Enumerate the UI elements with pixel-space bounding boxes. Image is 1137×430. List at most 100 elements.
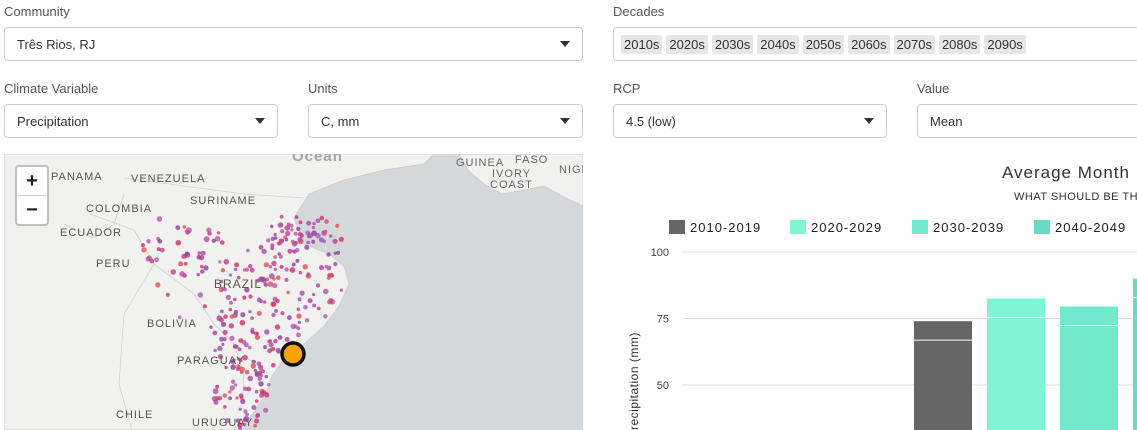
community-dot[interactable] <box>315 283 321 288</box>
community-dot[interactable] <box>266 238 271 243</box>
community-dot[interactable] <box>323 288 329 295</box>
community-dot[interactable] <box>276 275 281 280</box>
community-dot[interactable] <box>315 218 321 224</box>
community-dot[interactable] <box>228 396 233 401</box>
zoom-out-button[interactable]: − <box>17 195 47 224</box>
community-dot[interactable] <box>213 399 219 405</box>
community-dot[interactable] <box>145 256 151 262</box>
community-dot[interactable] <box>220 268 226 273</box>
community-dot[interactable] <box>220 321 227 327</box>
community-dot[interactable] <box>335 223 340 228</box>
community-dot[interactable] <box>232 344 238 349</box>
community-dot[interactable] <box>183 261 188 266</box>
community-dot[interactable] <box>260 390 267 396</box>
community-dot[interactable] <box>319 265 324 271</box>
community-dot[interactable] <box>170 269 176 275</box>
community-dot[interactable] <box>217 345 223 352</box>
community-dot[interactable] <box>248 345 252 350</box>
community-dot[interactable] <box>159 247 165 253</box>
community-dot[interactable] <box>291 262 296 267</box>
community-dot[interactable] <box>258 381 264 387</box>
bar[interactable] <box>987 298 1045 430</box>
community-dot[interactable] <box>296 226 301 231</box>
community-dot[interactable] <box>274 324 281 330</box>
community-dot[interactable] <box>287 315 292 321</box>
community-dot[interactable] <box>273 232 277 237</box>
community-dot[interactable] <box>249 267 255 273</box>
community-dot[interactable] <box>318 237 324 243</box>
community-dot[interactable] <box>312 221 316 226</box>
community-dot[interactable] <box>298 271 303 275</box>
community-dot[interactable] <box>222 329 228 335</box>
community-dot[interactable] <box>258 364 264 370</box>
community-dot[interactable] <box>297 237 303 243</box>
decade-chip[interactable]: 2080s <box>938 34 981 54</box>
community-dot[interactable] <box>223 314 228 319</box>
community-dot[interactable] <box>234 383 238 387</box>
community-dot[interactable] <box>212 388 219 395</box>
community-dot[interactable] <box>275 299 280 304</box>
community-dot[interactable] <box>248 294 253 299</box>
community-dot[interactable] <box>250 330 255 334</box>
community-dot[interactable] <box>229 385 235 391</box>
community-dot[interactable] <box>233 267 238 272</box>
community-dot[interactable] <box>175 240 182 246</box>
community-dot[interactable] <box>291 249 296 253</box>
community-dot[interactable] <box>307 298 313 304</box>
community-dot[interactable] <box>206 227 212 233</box>
bar[interactable] <box>914 321 972 430</box>
community-dot[interactable] <box>304 318 310 323</box>
community-dot[interactable] <box>225 294 231 300</box>
community-select[interactable]: Três Rios, RJ <box>4 27 583 61</box>
community-dot[interactable] <box>306 272 310 276</box>
community-dot[interactable] <box>140 243 145 248</box>
community-dot[interactable] <box>296 332 301 338</box>
community-dot[interactable] <box>256 310 262 316</box>
decade-chip[interactable]: 2010s <box>621 34 663 54</box>
community-dot[interactable] <box>296 326 301 331</box>
community-dot[interactable] <box>254 389 259 394</box>
community-dot[interactable] <box>257 376 262 381</box>
community-dot[interactable] <box>264 329 270 335</box>
community-dot[interactable] <box>228 323 234 329</box>
community-dot[interactable] <box>280 311 285 316</box>
community-dot[interactable] <box>264 374 268 379</box>
community-dot[interactable] <box>245 387 249 391</box>
community-dot[interactable] <box>338 236 344 242</box>
map-canvas[interactable] <box>4 154 583 430</box>
community-dot[interactable] <box>298 220 303 225</box>
community-dot[interactable] <box>196 254 202 260</box>
legend-swatch[interactable] <box>1034 220 1050 234</box>
community-dot[interactable] <box>212 330 218 336</box>
community-dot[interactable] <box>256 297 262 303</box>
community-dot[interactable] <box>230 379 236 384</box>
community-dot[interactable] <box>296 313 302 319</box>
community-dot[interactable] <box>245 412 249 417</box>
community-dot[interactable] <box>197 292 204 298</box>
community-dot[interactable] <box>219 317 225 323</box>
community-dot[interactable] <box>262 279 267 284</box>
community-dot[interactable] <box>280 229 285 234</box>
community-dot[interactable] <box>294 215 299 219</box>
community-dot[interactable] <box>254 399 259 403</box>
community-dot[interactable] <box>213 348 217 353</box>
community-dot[interactable] <box>311 239 316 244</box>
community-dot[interactable] <box>250 363 257 369</box>
community-dot[interactable] <box>253 423 257 428</box>
community-dot[interactable] <box>286 290 290 295</box>
community-dot[interactable] <box>211 238 216 243</box>
community-dot[interactable] <box>254 371 260 378</box>
community-dot[interactable] <box>273 338 278 344</box>
community-dot[interactable] <box>296 307 301 312</box>
community-dot[interactable] <box>306 220 312 226</box>
community-dot[interactable] <box>200 269 205 274</box>
community-dot[interactable] <box>273 255 278 259</box>
community-dot[interactable] <box>271 312 276 318</box>
community-dot[interactable] <box>267 382 271 387</box>
community-dot[interactable] <box>306 240 311 245</box>
community-dot[interactable] <box>276 241 280 246</box>
community-dot[interactable] <box>234 262 240 268</box>
community-dot[interactable] <box>238 393 244 399</box>
community-dot[interactable] <box>203 236 210 243</box>
community-dot[interactable] <box>237 347 242 352</box>
